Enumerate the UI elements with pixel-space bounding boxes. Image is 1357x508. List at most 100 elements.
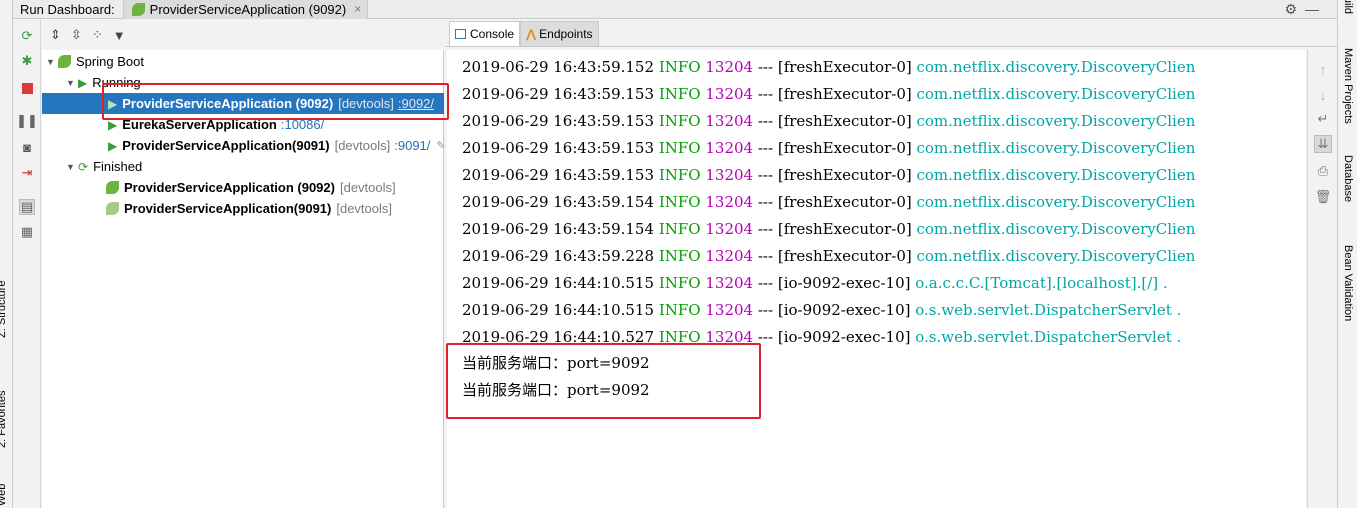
- tab-title: ProviderServiceApplication (9092): [149, 1, 347, 17]
- log-level: INFO: [658, 58, 701, 76]
- favorites-stripe-button[interactable]: 2: Favorites: [0, 391, 8, 448]
- tree-item-provider-9091-finished[interactable]: ProviderServiceApplication(9091) [devtoo…: [106, 198, 392, 219]
- log-logger: o.s.web.servlet.DispatcherServlet .: [915, 301, 1182, 319]
- log-line: 2019-06-29 16:43:59.228 INFO 13204 --- […: [462, 243, 1195, 270]
- expand-all-icon[interactable]: ⇕: [50, 27, 61, 43]
- log-timestamp: 2019-06-29 16:43:59.153: [462, 139, 655, 157]
- log-level: INFO: [658, 220, 701, 238]
- log-pid: 13204: [705, 247, 754, 265]
- log-line: 2019-06-29 16:44:10.515 INFO 13204 --- […: [462, 270, 1168, 297]
- chevron-down-icon[interactable]: ▼: [66, 78, 78, 88]
- log-pid: 13204: [705, 112, 754, 130]
- log-separator: ---: [757, 166, 774, 184]
- arrow-down-icon[interactable]: ↓: [1314, 86, 1332, 104]
- scroll-to-end-icon[interactable]: ⇊: [1314, 135, 1332, 153]
- tab-endpoints[interactable]: ⋀ Endpoints: [520, 21, 599, 46]
- app-name: ProviderServiceApplication(9091): [122, 138, 330, 153]
- log-level: INFO: [658, 85, 701, 103]
- tab-console[interactable]: Console: [449, 21, 521, 46]
- tree-item-provider-9091-running[interactable]: ▶ ProviderServiceApplication(9091) [devt…: [108, 135, 446, 156]
- log-timestamp: 2019-06-29 16:43:59.153: [462, 166, 655, 184]
- group-icon[interactable]: ▤: [19, 199, 35, 215]
- tree-node-label: Spring Boot: [76, 54, 144, 69]
- log-level: INFO: [658, 112, 701, 130]
- close-icon[interactable]: ×: [354, 2, 361, 16]
- console-output[interactable]: 2019-06-29 16:43:59.152 INFO 13204 --- […: [447, 50, 1306, 508]
- collapse-all-icon[interactable]: ⇳: [71, 27, 82, 43]
- spring-boot-icon: [58, 55, 71, 68]
- maven-stripe-button[interactable]: Maven Projects: [1342, 48, 1354, 124]
- tab-provider-service[interactable]: ProviderServiceApplication (9092) ×: [122, 0, 369, 19]
- log-separator: ---: [757, 301, 774, 319]
- log-timestamp: 2019-06-29 16:43:59.153: [462, 112, 655, 130]
- log-timestamp: 2019-06-29 16:43:59.154: [462, 193, 655, 211]
- filter-icon[interactable]: ▼: [113, 28, 126, 43]
- chevron-down-icon[interactable]: ▼: [66, 162, 78, 172]
- pause-icon[interactable]: ❚❚: [16, 113, 38, 129]
- log-separator: ---: [757, 220, 774, 238]
- log-pid: 13204: [705, 85, 754, 103]
- minimize-icon[interactable]: —: [1305, 1, 1319, 17]
- log-line: 2019-06-29 16:44:10.515 INFO 13204 --- […: [462, 297, 1181, 324]
- rerun-icon: ⟳: [78, 159, 89, 174]
- log-logger: com.netflix.discovery.DiscoveryClien: [916, 166, 1196, 184]
- tab-label: Console: [470, 27, 515, 41]
- log-thread: [io-9092-exec-10]: [777, 274, 911, 292]
- log-level: INFO: [658, 193, 701, 211]
- structure-stripe-button[interactable]: Z: Structure: [0, 281, 8, 338]
- debug-icon[interactable]: ✱: [19, 53, 35, 69]
- log-line: 2019-06-29 16:43:59.152 INFO 13204 --- […: [462, 54, 1195, 81]
- ant-build-stripe-button[interactable]: Ant Build: [1342, 0, 1354, 14]
- camera-icon[interactable]: ◙: [19, 139, 35, 155]
- trash-icon[interactable]: 🗑: [1314, 188, 1332, 206]
- database-stripe-button[interactable]: Database: [1342, 155, 1354, 202]
- tree-node-finished[interactable]: ▼ ⟳ Finished: [66, 156, 142, 177]
- web-stripe-button[interactable]: Web: [0, 484, 8, 506]
- log-logger: com.netflix.discovery.DiscoveryClien: [916, 193, 1196, 211]
- arrow-up-icon[interactable]: ↑: [1314, 60, 1332, 78]
- gear-icon[interactable]: ⚙: [1284, 1, 1297, 18]
- run-dashboard-title: Run Dashboard:: [20, 1, 115, 17]
- rerun-icon[interactable]: ⟳: [19, 28, 35, 44]
- log-line: 2019-06-29 16:43:59.153 INFO 13204 --- […: [462, 135, 1195, 162]
- chevron-down-icon[interactable]: ▼: [46, 57, 58, 67]
- log-line: 2019-06-29 16:43:59.153 INFO 13204 --- […: [462, 162, 1195, 189]
- devtools-tag: [devtools]: [336, 201, 393, 216]
- log-level: INFO: [658, 247, 701, 265]
- log-pid: 13204: [705, 274, 754, 292]
- highlight-box: [446, 343, 761, 419]
- log-separator: ---: [757, 247, 774, 265]
- group-by-icon[interactable]: ⁘: [92, 27, 103, 43]
- log-logger: o.a.c.c.C.[Tomcat].[localhost].[/] .: [915, 274, 1168, 292]
- spring-boot-icon: [106, 181, 119, 194]
- log-timestamp: 2019-06-29 16:43:59.154: [462, 220, 655, 238]
- log-timestamp: 2019-06-29 16:43:59.228: [462, 247, 655, 265]
- port-link[interactable]: :9091/: [394, 138, 430, 153]
- app-name: ProviderServiceApplication (9092): [124, 180, 335, 195]
- app-name: ProviderServiceApplication(9091): [124, 201, 332, 216]
- exit-icon[interactable]: ⇥: [19, 165, 35, 181]
- log-pid: 13204: [705, 58, 754, 76]
- edit-icon[interactable]: ✎: [436, 139, 445, 152]
- log-logger: com.netflix.discovery.DiscoveryClien: [916, 112, 1196, 130]
- layout-icon[interactable]: ▦: [19, 224, 35, 240]
- spring-boot-icon: [131, 2, 145, 16]
- soft-wrap-icon[interactable]: ↵: [1314, 110, 1332, 128]
- stop-icon[interactable]: [19, 80, 35, 96]
- tree-node-spring-boot[interactable]: ▼ Spring Boot: [46, 51, 144, 72]
- log-separator: ---: [757, 58, 774, 76]
- log-pid: 13204: [705, 139, 754, 157]
- bean-validation-stripe-button[interactable]: Bean Validation: [1342, 245, 1354, 321]
- log-thread: [freshExecutor-0]: [777, 85, 912, 103]
- print-icon[interactable]: ⎙: [1314, 162, 1332, 180]
- log-thread: [freshExecutor-0]: [777, 139, 912, 157]
- tree-item-provider-9092-finished[interactable]: ProviderServiceApplication (9092) [devto…: [106, 177, 396, 198]
- log-thread: [freshExecutor-0]: [777, 166, 912, 184]
- log-thread: [freshExecutor-0]: [777, 247, 912, 265]
- run-icon: ▶: [108, 138, 118, 153]
- log-timestamp: 2019-06-29 16:44:10.515: [462, 274, 655, 292]
- log-separator: ---: [757, 112, 774, 130]
- log-separator: ---: [757, 274, 774, 292]
- tree-node-label: Finished: [93, 159, 143, 174]
- log-level: INFO: [658, 301, 701, 319]
